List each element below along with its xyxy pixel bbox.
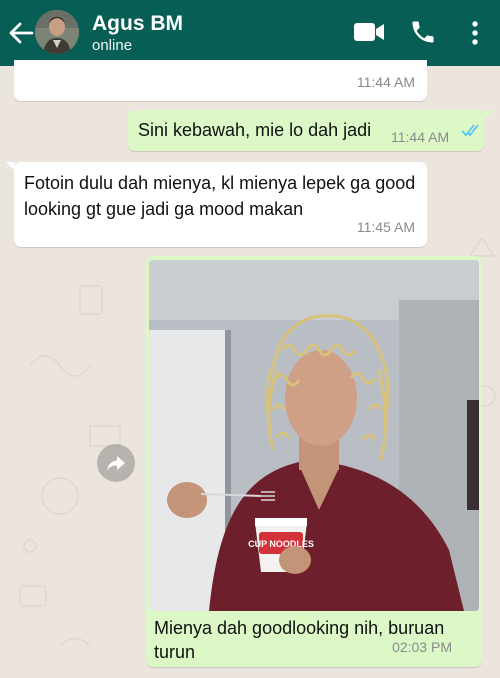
message-time: 11:44 AM	[391, 129, 450, 145]
message-text: Sini kebawah, mie lo dah jadi	[138, 120, 372, 140]
message-time: 11:45 AM	[356, 219, 415, 235]
message-photo[interactable]: CUP NOODLES	[149, 260, 479, 611]
chat-header: Agus BM online	[0, 0, 500, 66]
avatar[interactable]	[35, 10, 79, 54]
bubble-tail	[484, 110, 493, 119]
video-call-icon[interactable]	[352, 20, 386, 44]
message-bubble-outgoing[interactable]: Sini kebawah, mie lo dah jadi 11:44 AM	[128, 110, 484, 151]
contact-status: online	[92, 37, 133, 54]
forward-icon	[107, 456, 125, 471]
svg-text:CUP NOODLES: CUP NOODLES	[248, 539, 314, 549]
read-receipt-icon	[461, 124, 479, 137]
contact-name[interactable]: Agus BM	[92, 12, 183, 36]
message-bubble-incoming[interactable]: Fotoin dulu dah mienya, kl mienya lepek …	[14, 162, 427, 247]
forward-button[interactable]	[97, 444, 135, 482]
message-time: 02:03 PM	[392, 639, 452, 655]
message-bubble-incoming[interactable]: 11:44 AM	[14, 60, 427, 101]
phone-icon[interactable]	[409, 18, 437, 46]
message-time: 11:44 AM	[356, 74, 415, 90]
back-arrow-icon[interactable]	[6, 20, 34, 46]
more-vert-icon[interactable]	[468, 19, 482, 47]
message-bubble-outgoing-image[interactable]: CUP NOODLES Mienya dah goodlooking nih, …	[146, 256, 482, 667]
